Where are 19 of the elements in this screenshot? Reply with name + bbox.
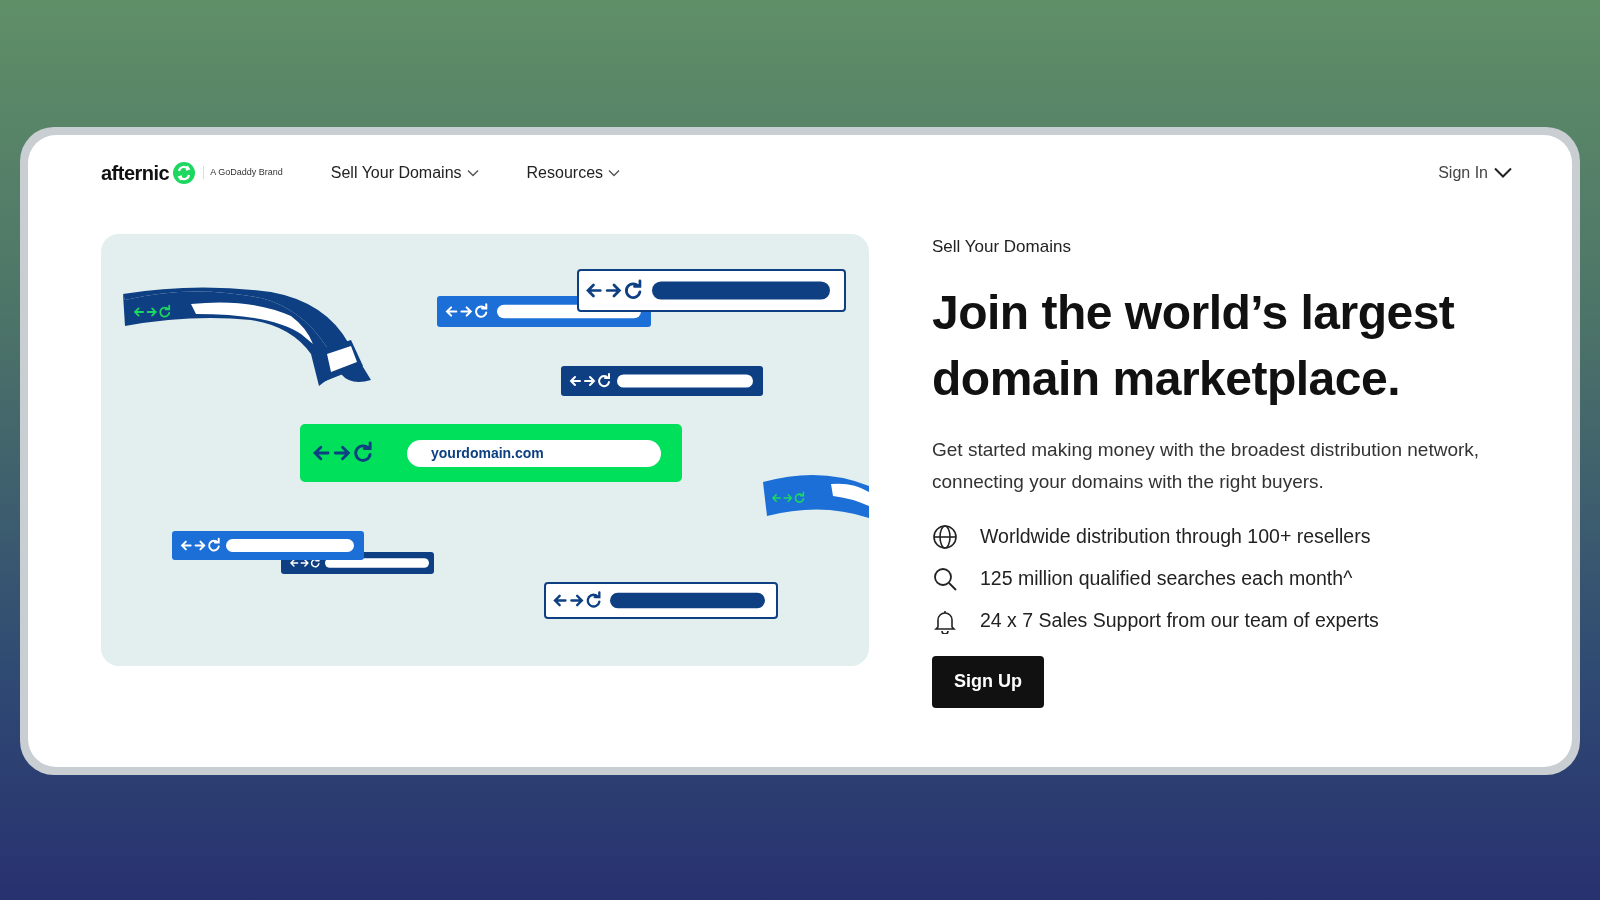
sign-up-button[interactable]: Sign Up (932, 655, 1044, 708)
globe-icon (932, 523, 958, 550)
description-text: Get started making money with the broadest distribution network, connecting your domains with the right buyers. (932, 437, 1481, 494)
feature-text: 125 million qualified searches each month^ (980, 565, 1353, 591)
chevron-down-icon (608, 168, 621, 177)
url-text: yourdomain.com (431, 445, 544, 461)
feature-text: Worldwide distribution through 100+ resellers (980, 523, 1371, 549)
search-icon (932, 565, 958, 592)
logo-icon (173, 161, 196, 184)
chevron-down-icon (466, 168, 479, 177)
nav-menu-button[interactable]: Sell Your Domains (330, 160, 479, 185)
eyebrow-text: Sell Your Domains (932, 236, 1072, 258)
chevron-down-icon (1494, 167, 1512, 178)
brand-tagline: A GoDaddy Brand (203, 165, 283, 180)
sign-in-button[interactable]: Sign In (1438, 160, 1512, 185)
page-heading: Join the world’s largest domain marketplace. (932, 284, 1456, 407)
feature-text: 24 x 7 Sales Support from our team of experts (980, 607, 1379, 633)
nav-menu-button[interactable]: Resources (526, 160, 621, 185)
logo-text[interactable]: afternic (101, 157, 170, 188)
